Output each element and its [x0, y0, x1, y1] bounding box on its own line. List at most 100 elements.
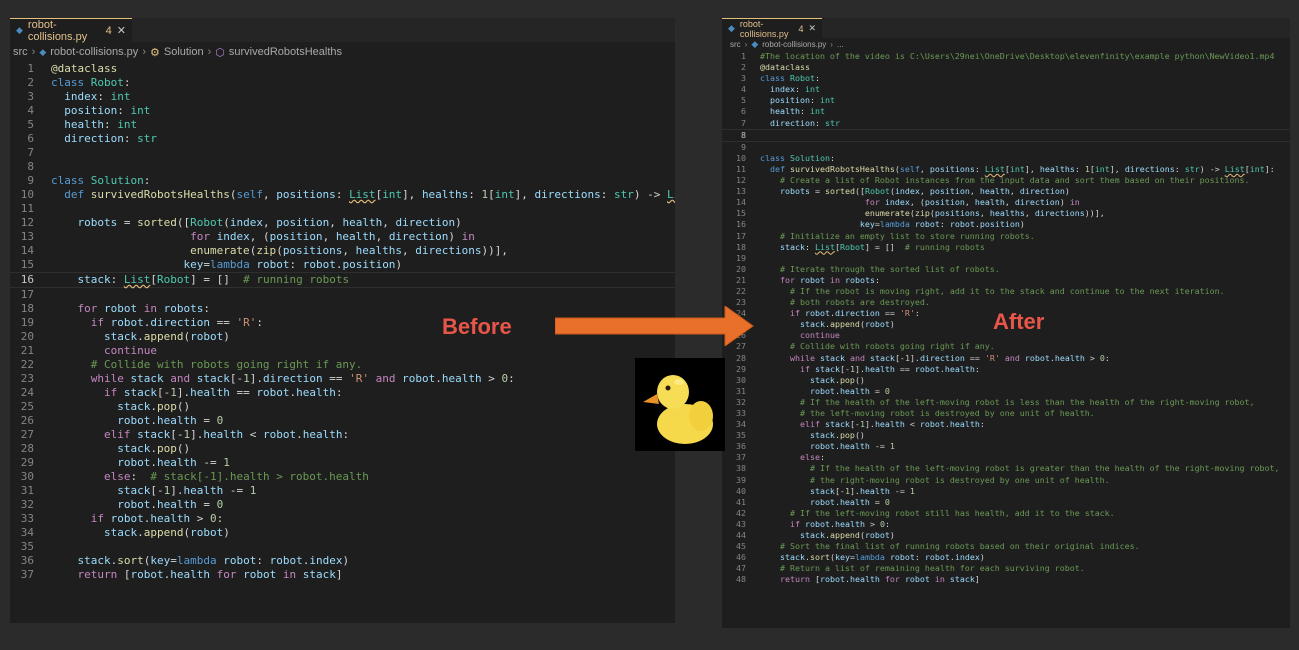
- code-line[interactable]: 36 robot.health -= 1: [722, 441, 1290, 452]
- code-line[interactable]: 16 stack: List[Robot] = [] # running rob…: [10, 272, 675, 288]
- code-line[interactable]: 4 index: int: [722, 84, 1290, 95]
- code-line[interactable]: 11 def survivedRobotsHealths(self, posit…: [722, 164, 1290, 175]
- code-line[interactable]: 28 stack.pop(): [10, 442, 675, 456]
- breadcrumb-folder[interactable]: src: [730, 40, 741, 49]
- code-line[interactable]: 14 for index, (position, health, directi…: [722, 197, 1290, 208]
- code-line[interactable]: 26 robot.health = 0: [10, 414, 675, 428]
- code-line[interactable]: 12 # Create a list of Robot instances fr…: [722, 175, 1290, 186]
- breadcrumb-class[interactable]: Solution: [164, 46, 204, 58]
- code-line[interactable]: 39 # the right-moving robot is destroyed…: [722, 475, 1290, 486]
- code-line[interactable]: 43 if robot.health > 0:: [722, 519, 1290, 530]
- code-line[interactable]: 9 class Solution:: [10, 174, 675, 188]
- code-line[interactable]: 17 # Initialize an empty list to store r…: [722, 231, 1290, 242]
- code-line[interactable]: 9: [722, 142, 1290, 153]
- problem-count-badge: 4: [798, 23, 804, 34]
- code-line[interactable]: 18 stack: List[Robot] = [] # running rob…: [722, 242, 1290, 253]
- code-line[interactable]: 30 else: # stack[-1].health > robot.heal…: [10, 470, 675, 484]
- code-line[interactable]: 42 # If the left-moving robot still has …: [722, 508, 1290, 519]
- line-number: 37: [20, 568, 34, 581]
- code-line[interactable]: 38 # If the health of the left-moving ro…: [722, 463, 1290, 474]
- code-line[interactable]: 15 key=lambda robot: robot.position): [10, 258, 675, 272]
- code-line[interactable]: 28 while stack and stack[-1].direction =…: [722, 353, 1290, 364]
- code-line[interactable]: 22 # Collide with robots going right if …: [10, 358, 675, 372]
- code-line[interactable]: 31 robot.health = 0: [722, 386, 1290, 397]
- code-text: stack.sort(key=lambda robot: robot.index…: [779, 552, 985, 563]
- code-line[interactable]: 19: [722, 253, 1290, 264]
- code-line[interactable]: 7: [10, 146, 675, 160]
- line-number: 42: [736, 507, 746, 518]
- code-line[interactable]: 37 else:: [722, 452, 1290, 463]
- breadcrumb-method[interactable]: survivedRobotsHealths: [229, 46, 342, 58]
- breadcrumb-more[interactable]: ...: [837, 40, 844, 49]
- code-line[interactable]: 25 stack.pop(): [10, 400, 675, 414]
- code-line[interactable]: 32 # If the health of the left-moving ro…: [722, 397, 1290, 408]
- code-text: stack.append(robot): [103, 526, 230, 539]
- code-line[interactable]: 44 stack.append(robot): [722, 530, 1290, 541]
- code-line[interactable]: 1 @dataclass: [10, 62, 675, 76]
- code-line[interactable]: 8: [722, 128, 1290, 142]
- line-number: 21: [20, 344, 34, 357]
- code-line[interactable]: 35: [10, 540, 675, 554]
- code-line[interactable]: 17: [10, 288, 675, 302]
- code-line[interactable]: 6 direction: str: [10, 132, 675, 146]
- code-line[interactable]: 5 position: int: [722, 95, 1290, 106]
- code-line[interactable]: 35 stack.pop(): [722, 430, 1290, 441]
- code-line[interactable]: 13 robots = sorted([Robot(index, positio…: [722, 186, 1290, 197]
- code-line[interactable]: 48 return [robot.health for robot in sta…: [722, 574, 1290, 585]
- code-line[interactable]: 13 for index, (position, health, directi…: [10, 230, 675, 244]
- close-icon[interactable]: ✕: [808, 23, 816, 34]
- line-number: 2: [741, 62, 746, 73]
- code-line[interactable]: 23 while stack and stack[-1].direction =…: [10, 372, 675, 386]
- code-line[interactable]: 45 # Sort the final list of running robo…: [722, 541, 1290, 552]
- code-line[interactable]: 27 elif stack[-1].health < robot.health:: [10, 428, 675, 442]
- code-line[interactable]: 14 enumerate(zip(positions, healths, dir…: [10, 244, 675, 258]
- code-line[interactable]: 2 class Robot:: [10, 76, 675, 90]
- line-number: 46: [736, 552, 746, 563]
- code-line[interactable]: 32 robot.health = 0: [10, 498, 675, 512]
- code-line[interactable]: 21 continue: [10, 344, 675, 358]
- code-line[interactable]: 36 stack.sort(key=lambda robot: robot.in…: [10, 554, 675, 568]
- code-line[interactable]: 34 elif stack[-1].health < robot.health:: [722, 419, 1290, 430]
- code-line[interactable]: 22 # If the robot is moving right, add i…: [722, 286, 1290, 297]
- code-line[interactable]: 12 robots = sorted([Robot(index, positio…: [10, 216, 675, 230]
- breadcrumb-file[interactable]: robot-collisions.py: [50, 46, 138, 58]
- code-line[interactable]: 31 stack[-1].health -= 1: [10, 484, 675, 498]
- code-line[interactable]: 15 enumerate(zip(positions, healths, dir…: [722, 208, 1290, 219]
- code-line[interactable]: 10 class Solution:: [722, 153, 1290, 164]
- python-file-icon: ◆: [16, 25, 23, 35]
- close-icon[interactable]: ✕: [117, 24, 126, 37]
- code-line[interactable]: 46 stack.sort(key=lambda robot: robot.in…: [722, 552, 1290, 563]
- code-line[interactable]: 29 if stack[-1].health == robot.health:: [722, 364, 1290, 375]
- code-line[interactable]: 6 health: int: [722, 106, 1290, 117]
- code-line[interactable]: 16 key=lambda robot: robot.position): [722, 219, 1290, 230]
- code-line[interactable]: 27 # Collide with robots going right if …: [722, 341, 1290, 352]
- code-line[interactable]: 30 stack.pop(): [722, 375, 1290, 386]
- breadcrumb-file[interactable]: robot-collisions.py: [762, 40, 826, 49]
- code-line[interactable]: 34 stack.append(robot): [10, 526, 675, 540]
- code-line[interactable]: 3 index: int: [10, 90, 675, 104]
- code-line[interactable]: 47 # Return a list of remaining health f…: [722, 563, 1290, 574]
- code-line[interactable]: 24 if stack[-1].health == robot.health:: [10, 386, 675, 400]
- code-line[interactable]: 1 #The location of the video is C:\Users\…: [722, 51, 1290, 62]
- breadcrumb-folder[interactable]: src: [13, 46, 28, 58]
- line-number: 19: [736, 252, 746, 263]
- code-line[interactable]: 33 if robot.health > 0:: [10, 512, 675, 526]
- code-line[interactable]: 7 direction: str: [722, 118, 1290, 129]
- code-line[interactable]: 8: [10, 160, 675, 174]
- code-line[interactable]: 2 @dataclass: [722, 62, 1290, 73]
- code-line[interactable]: 5 health: int: [10, 118, 675, 132]
- code-line[interactable]: 41 robot.health = 0: [722, 497, 1290, 508]
- code-line[interactable]: 33 # the left-moving robot is destroyed …: [722, 408, 1290, 419]
- editor-tab[interactable]: ◆ robot-collisions.py 4 ✕: [10, 18, 132, 43]
- code-line[interactable]: 37 return [robot.health for robot in sta…: [10, 568, 675, 582]
- code-line[interactable]: 20 # Iterate through the sorted list of …: [722, 264, 1290, 275]
- code-line[interactable]: 29 robot.health -= 1: [10, 456, 675, 470]
- code-line[interactable]: 10 def survivedRobotsHealths(self, posit…: [10, 188, 675, 202]
- code-line[interactable]: 21 for robot in robots:: [722, 275, 1290, 286]
- code-line[interactable]: 3 class Robot:: [722, 73, 1290, 84]
- code-line[interactable]: 11: [10, 202, 675, 216]
- code-line[interactable]: 23 # both robots are destroyed.: [722, 297, 1290, 308]
- code-line[interactable]: 4 position: int: [10, 104, 675, 118]
- code-line[interactable]: 40 stack[-1].health -= 1: [722, 486, 1290, 497]
- editor-tab[interactable]: ◆ robot-collisions.py 4 ✕: [722, 18, 822, 39]
